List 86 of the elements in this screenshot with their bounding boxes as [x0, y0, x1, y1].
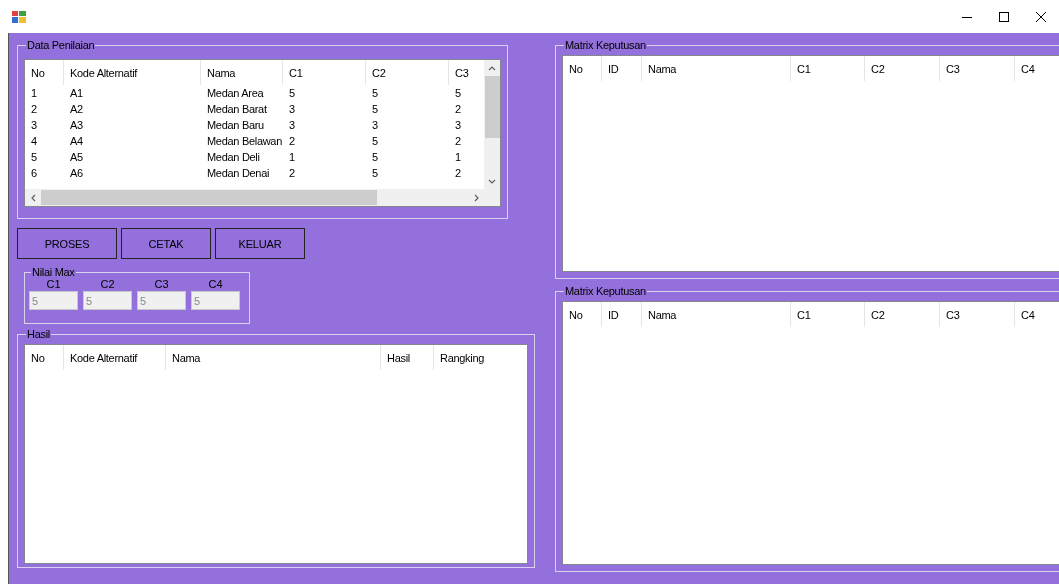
field-label: C4: [208, 278, 223, 290]
table-cell-text: 3: [30, 118, 38, 133]
column-header[interactable]: Nama: [642, 302, 791, 327]
chevron-left-icon: [29, 193, 37, 202]
column-header[interactable]: C1: [791, 302, 865, 327]
matrix-list-view[interactable]: No ID Nama C1 C2 C3 C4: [562, 55, 1059, 272]
field-label: C3: [154, 278, 169, 290]
column-header[interactable]: Nama: [201, 60, 283, 85]
column-header[interactable]: C4: [1015, 302, 1059, 327]
table-cell-text: 1: [288, 150, 296, 165]
app-icon: [12, 10, 26, 23]
table-cell-text: 5: [371, 166, 379, 181]
table-cell-text: A3: [69, 118, 84, 133]
column-header[interactable]: C2: [865, 56, 940, 81]
table-cell-text: 3: [371, 118, 379, 133]
chevron-up-icon: [488, 64, 496, 72]
table-cell-text: 4: [30, 134, 38, 149]
group-title: Nilai Max: [31, 267, 76, 277]
column-header[interactable]: Rangking: [434, 345, 527, 370]
column-header[interactable]: Hasil: [381, 345, 434, 370]
column-header[interactable]: ID: [602, 302, 642, 327]
column-header[interactable]: No: [563, 302, 602, 327]
matrix-list-view[interactable]: No ID Nama C1 C2 C3 C4: [562, 301, 1059, 565]
column-header[interactable]: C1: [283, 60, 366, 85]
column-header[interactable]: Nama: [166, 345, 381, 370]
horizontal-scrollbar[interactable]: [25, 189, 484, 206]
field-label: C1: [46, 278, 61, 290]
column-header[interactable]: Nama: [642, 56, 791, 81]
data-list-view[interactable]: No Kode Alternatif Nama C1 C2 C3 1 A1 Medan Area 5 5 5 2 A2 Medan Barat 3 5 2 3 A3 Medan Baru 3 3 3 4 A4 Medan Belawan 2 5 2 5 A5 Medan Deli 1 5 1 6 A6 Medan Denai 2 5 2: [24, 59, 501, 207]
column-header[interactable]: C4: [1015, 56, 1059, 81]
table-cell-text: 5: [30, 150, 38, 165]
table-cell-text: Medan Deli: [206, 150, 261, 165]
action-button[interactable]: CETAK: [121, 228, 211, 259]
table-cell-text: 5: [371, 102, 379, 117]
group-title: Matrix Keputusan: [564, 39, 647, 51]
table-cell-text: 5: [454, 86, 462, 101]
table-cell-text: 3: [288, 118, 296, 133]
table-cell-text: 5: [371, 134, 379, 149]
chevron-down-icon: [488, 177, 496, 185]
column-header[interactable]: Kode Alternatif: [64, 60, 201, 85]
column-header[interactable]: C2: [865, 302, 940, 327]
table-cell-text: 5: [371, 86, 379, 101]
maximize-icon: [998, 11, 1009, 22]
group-title: Hasil: [26, 328, 51, 340]
table-cell-text: 3: [288, 102, 296, 117]
table-cell-text: 2: [454, 166, 462, 181]
column-header[interactable]: C3: [940, 302, 1015, 327]
table-cell-text: 2: [454, 134, 462, 149]
field-label: C2: [100, 278, 115, 290]
result-list-view[interactable]: No Kode Alternatif Nama Hasil Rangking: [24, 344, 528, 564]
table-cell-text: 1: [30, 86, 38, 101]
table-cell-text: A4: [69, 134, 84, 149]
column-header[interactable]: C2: [366, 60, 449, 85]
table-cell-text: 2: [454, 102, 462, 117]
table-cell-text: Medan Denai: [206, 166, 271, 181]
table-cell-text: 5: [288, 86, 296, 101]
table-cell-text: Medan Area: [206, 86, 265, 101]
column-header[interactable]: No: [25, 60, 64, 85]
table-cell-text: 2: [288, 134, 296, 149]
table-cell-text: Medan Baru: [206, 118, 265, 133]
column-header[interactable]: ID: [602, 56, 642, 81]
close-icon: [1035, 11, 1046, 22]
group-title: Matrix Keputusan: [564, 285, 647, 297]
table-cell-text: 6: [30, 166, 38, 181]
chevron-right-icon: [472, 193, 480, 202]
table-cell-text: 3: [454, 118, 462, 133]
column-header[interactable]: C3: [940, 56, 1015, 81]
column-header[interactable]: No: [563, 56, 602, 81]
group-title: Data Penilaian: [26, 39, 96, 51]
table-cell-text: A1: [69, 86, 84, 101]
action-button[interactable]: PROSES: [17, 228, 117, 259]
table-cell-text: A6: [69, 166, 84, 181]
vertical-scrollbar[interactable]: [484, 60, 500, 189]
table-cell-text: Medan Barat: [206, 102, 268, 117]
table-cell-text: 1: [454, 150, 462, 165]
action-button[interactable]: KELUAR: [215, 228, 305, 259]
table-cell-text: 5: [371, 150, 379, 165]
column-header[interactable]: C1: [791, 56, 865, 81]
column-header[interactable]: No: [25, 345, 64, 370]
table-cell-text: 2: [288, 166, 296, 181]
table-cell-text: A5: [69, 150, 84, 165]
table-cell-text: A2: [69, 102, 84, 117]
column-header[interactable]: C3: [449, 60, 484, 85]
table-cell-text: 2: [30, 102, 38, 117]
table-cell-text: Medan Belawan: [206, 134, 283, 149]
column-header[interactable]: Kode Alternatif: [64, 345, 166, 370]
